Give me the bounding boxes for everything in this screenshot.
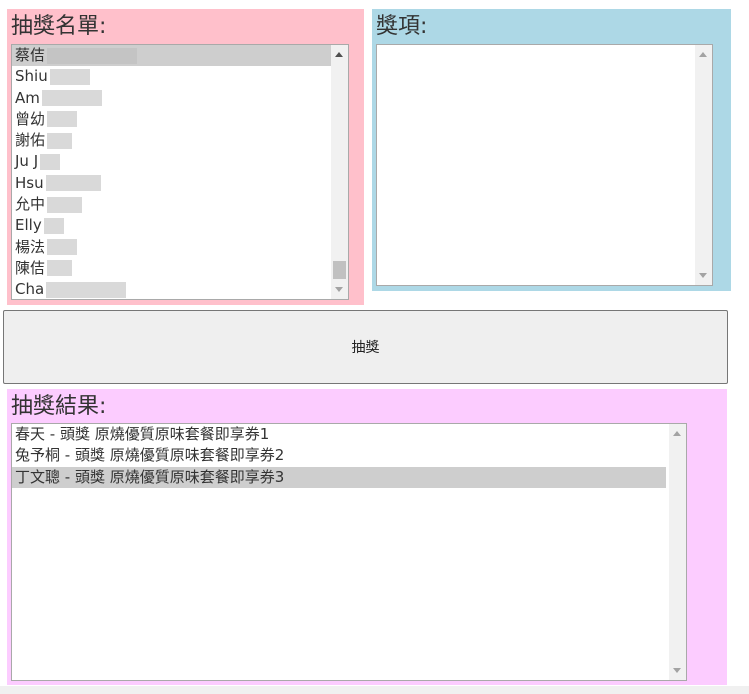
pixelated-redaction	[49, 68, 90, 85]
scroll-up-arrow-icon[interactable]	[673, 431, 681, 436]
entrants-option-label: 謝佑	[15, 131, 46, 150]
entrants-option[interactable]: 楊法	[12, 237, 331, 258]
entrants-option[interactable]: 曾幼	[12, 109, 331, 130]
entrants-option[interactable]: Hsu	[12, 173, 331, 194]
entrants-scrollbar[interactable]	[331, 45, 348, 299]
pixelated-redaction	[47, 47, 138, 64]
pixelated-redaction	[47, 132, 73, 149]
entrants-option-label: 允中	[15, 195, 46, 214]
draw-button-label: 抽獎	[351, 340, 380, 356]
scroll-up-arrow-icon[interactable]	[335, 52, 343, 57]
entrants-option-label: Cha	[15, 280, 45, 299]
scroll-down-arrow-icon[interactable]	[673, 668, 681, 673]
entrants-panel: 抽獎名單: 蔡佶 Shiu Am 曾幼謝佑 Ju J Hsu 允中 Elly 楊法陳佶 Cha	[7, 9, 364, 305]
results-scrollbar[interactable]	[669, 424, 686, 680]
entrants-option[interactable]: Cha	[12, 279, 331, 299]
prizes-title: 獎項:	[376, 14, 428, 39]
pixelated-redaction	[47, 111, 78, 128]
results-option[interactable]: 兔予桐 - 頭獎 原燒優質原味套餐即享券2	[12, 445, 666, 466]
entrants-option-label: 蔡佶	[15, 46, 46, 64]
entrants-option[interactable]: Elly	[12, 215, 331, 236]
entrants-option-label: Ju J	[15, 152, 39, 171]
results-option-label: 春天 - 頭獎 原燒優質原味套餐即享券1	[15, 425, 270, 443]
entrants-title: 抽獎名單:	[11, 14, 107, 39]
results-option[interactable]: 丁文聰 - 頭獎 原燒優質原味套餐即享券3	[12, 466, 666, 488]
pixelated-redaction	[47, 196, 83, 213]
entrants-option[interactable]: 允中	[12, 194, 331, 215]
entrants-option[interactable]: Shiu	[12, 66, 331, 87]
entrants-option-label: 陳佶	[15, 258, 46, 277]
scroll-down-arrow-icon[interactable]	[335, 287, 343, 292]
scroll-down-arrow-icon[interactable]	[699, 273, 707, 278]
pixelated-redaction	[47, 260, 73, 277]
entrants-option-label: Shiu	[15, 67, 48, 86]
entrants-option-label: 楊法	[15, 237, 46, 256]
entrants-option-label: 曾幼	[15, 109, 46, 128]
pixelated-redaction	[47, 239, 78, 256]
results-option-label: 丁文聰 - 頭獎 原燒優質原味套餐即享券3	[15, 467, 285, 486]
entrants-option-label: Am	[15, 88, 40, 107]
entrants-option[interactable]: Ju J	[12, 151, 331, 172]
results-option[interactable]: 春天 - 頭獎 原燒優質原味套餐即享券1	[12, 424, 666, 445]
entrants-option[interactable]: 謝佑	[12, 130, 331, 151]
entrants-option-label: Elly	[15, 216, 42, 235]
pixelated-redaction	[43, 217, 64, 234]
results-listbox[interactable]: 春天 - 頭獎 原燒優質原味套餐即享券1 兔予桐 - 頭獎 原燒優質原味套餐即享券…	[11, 423, 687, 681]
pixelated-redaction	[40, 153, 61, 170]
prizes-panel: 獎項:	[372, 9, 731, 291]
entrants-option[interactable]: 蔡佶	[12, 45, 331, 67]
entrants-option[interactable]: 陳佶	[12, 258, 331, 279]
draw-button[interactable]: 抽獎	[3, 310, 728, 384]
prizes-listbox[interactable]	[376, 44, 713, 286]
entrants-listbox[interactable]: 蔡佶 Shiu Am 曾幼謝佑 Ju J Hsu 允中 Elly 楊法陳佶 Cha	[11, 44, 349, 300]
entrants-option[interactable]: Am	[12, 88, 331, 109]
pixelated-redaction	[46, 281, 127, 298]
scroll-thumb[interactable]	[333, 261, 346, 279]
results-panel: 抽獎結果: 春天 - 頭獎 原燒優質原味套餐即享券1 兔予桐 - 頭獎 原燒優質原…	[7, 389, 727, 685]
lottery-app: 抽獎名單: 蔡佶 Shiu Am 曾幼謝佑 Ju J Hsu 允中 Elly 楊法陳佶 Cha 獎…	[0, 0, 749, 694]
page-bottom-edge	[0, 686, 749, 694]
results-title: 抽獎結果:	[11, 394, 107, 419]
entrants-option-label: Hsu	[15, 173, 44, 192]
results-options: 春天 - 頭獎 原燒優質原味套餐即享券1 兔予桐 - 頭獎 原燒優質原味套餐即享券…	[12, 424, 686, 488]
entrants-options: 蔡佶 Shiu Am 曾幼謝佑 Ju J Hsu 允中 Elly 楊法陳佶 Cha	[12, 45, 348, 299]
scroll-up-arrow-icon[interactable]	[699, 52, 707, 57]
pixelated-redaction	[45, 175, 101, 192]
prizes-scrollbar[interactable]	[695, 45, 712, 285]
results-option-label: 兔予桐 - 頭獎 原燒優質原味套餐即享券2	[15, 446, 285, 465]
pixelated-redaction	[41, 90, 102, 107]
